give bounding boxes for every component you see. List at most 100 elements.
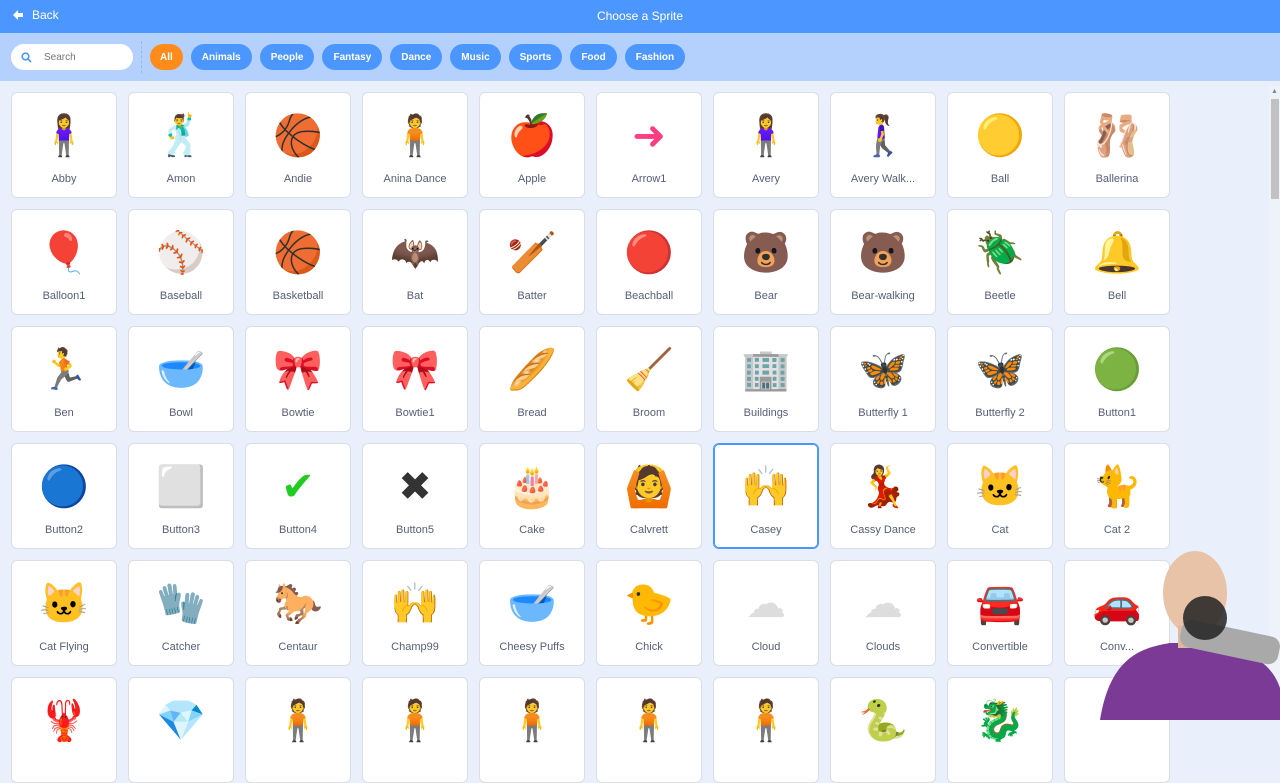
category-tab-sports[interactable]: Sports bbox=[508, 44, 563, 70]
sprite-name: Basketball bbox=[272, 290, 324, 302]
sprite-card[interactable]: 🙆 Calvrett bbox=[596, 443, 702, 549]
sprite-card[interactable]: 🔔 Bell bbox=[1064, 209, 1170, 315]
sprite-card[interactable]: 💎 bbox=[128, 677, 234, 783]
sprite-card[interactable]: 🐤 Chick bbox=[596, 560, 702, 666]
sprite-card[interactable]: 🥣 Cheesy Puffs bbox=[479, 560, 585, 666]
buildings-icon: 🏢 bbox=[741, 348, 791, 392]
sprite-card[interactable]: 🐎 Centaur bbox=[245, 560, 351, 666]
ball-icon: 🟡 bbox=[975, 114, 1025, 158]
sprite-card[interactable]: 🟢 Button1 bbox=[1064, 326, 1170, 432]
sprite-name: Beachball bbox=[624, 290, 674, 302]
modal-header: Back Choose a Sprite bbox=[0, 0, 1280, 33]
scrollbar-thumb[interactable] bbox=[1271, 99, 1279, 199]
search-box[interactable] bbox=[11, 44, 133, 70]
sprite-card[interactable]: 🎈 Balloon1 bbox=[11, 209, 117, 315]
category-tabs: All Animals People Fantasy Dance Music Sports F… bbox=[150, 44, 686, 70]
sprite-card[interactable]: 🐻 Bear bbox=[713, 209, 819, 315]
sprite-card[interactable]: 🪲 Beetle bbox=[947, 209, 1053, 315]
sprite-card[interactable]: ✖ Button5 bbox=[362, 443, 468, 549]
sprite-icon: 🧍 bbox=[624, 699, 674, 743]
sprite-card[interactable]: ⚾ Baseball bbox=[128, 209, 234, 315]
sprite-card[interactable]: ➜ Arrow1 bbox=[596, 92, 702, 198]
category-tab-fashion[interactable]: Fashion bbox=[624, 44, 686, 70]
bowtie-icon: 🎀 bbox=[273, 348, 323, 392]
sprite-card[interactable]: 🟡 Ball bbox=[947, 92, 1053, 198]
sprite-card[interactable]: 🎀 Bowtie1 bbox=[362, 326, 468, 432]
search-input[interactable] bbox=[44, 51, 124, 63]
avery-walk-icon: 🚶‍♀️ bbox=[858, 114, 908, 158]
sprite-card[interactable]: 🏀 Andie bbox=[245, 92, 351, 198]
sprite-card[interactable]: 🧍‍♀️ Avery bbox=[713, 92, 819, 198]
category-tab-people[interactable]: People bbox=[259, 44, 315, 70]
button1-icon: 🟢 bbox=[1092, 348, 1142, 392]
sprite-card[interactable]: 🧹 Broom bbox=[596, 326, 702, 432]
sprite-card[interactable]: 🐈 Cat 2 bbox=[1064, 443, 1170, 549]
sprite-card[interactable]: 🔴 Beachball bbox=[596, 209, 702, 315]
category-tab-food[interactable]: Food bbox=[570, 44, 617, 70]
sprite-card[interactable]: 🧍 bbox=[713, 677, 819, 783]
sprite-card[interactable]: 🐉 bbox=[947, 677, 1053, 783]
sprite-card[interactable]: 🥖 Bread bbox=[479, 326, 585, 432]
sprite-card[interactable]: 🧍‍♀️ Abby bbox=[11, 92, 117, 198]
beachball-icon: 🔴 bbox=[624, 231, 674, 275]
sprite-card[interactable]: 🩰 Ballerina bbox=[1064, 92, 1170, 198]
sprite-card[interactable]: 🧤 Catcher bbox=[128, 560, 234, 666]
sprite-name: Cloud bbox=[751, 641, 781, 653]
convertible-icon: 🚘 bbox=[975, 582, 1025, 626]
sprite-name: Bread bbox=[517, 407, 547, 419]
sprite-name: Convertible bbox=[972, 641, 1028, 653]
scroll-up-arrow-icon[interactable]: ▲ bbox=[1271, 88, 1278, 95]
sprite-card[interactable]: 🧍 bbox=[479, 677, 585, 783]
category-tab-dance[interactable]: Dance bbox=[390, 44, 443, 70]
sprite-card[interactable]: 🎂 Cake bbox=[479, 443, 585, 549]
sprite-card[interactable]: 🧍 bbox=[245, 677, 351, 783]
webcam-overlay-presenter bbox=[1100, 551, 1280, 720]
sprite-card[interactable]: 🧍 bbox=[362, 677, 468, 783]
sprite-card[interactable]: 🐱 Cat bbox=[947, 443, 1053, 549]
batter-icon: 🏏 bbox=[507, 231, 557, 275]
sprite-card[interactable]: 🐻 Bear-walking bbox=[830, 209, 936, 315]
sprite-card[interactable]: 🚘 Convertible bbox=[947, 560, 1053, 666]
butterfly-2-icon: 🦋 bbox=[975, 348, 1025, 392]
bear-walking-icon: 🐻 bbox=[858, 231, 908, 275]
champ99-icon: 🙌 bbox=[390, 582, 440, 626]
sprite-card[interactable]: 🏏 Batter bbox=[479, 209, 585, 315]
category-tab-music[interactable]: Music bbox=[450, 44, 501, 70]
sprite-card[interactable]: 🙌 Champ99 bbox=[362, 560, 468, 666]
category-tab-all[interactable]: All bbox=[150, 44, 183, 70]
sprite-card[interactable]: 🧍 bbox=[596, 677, 702, 783]
ballerina-icon: 🩰 bbox=[1092, 114, 1142, 158]
sprite-card[interactable]: 🏀 Basketball bbox=[245, 209, 351, 315]
sprite-card[interactable]: 🐍 bbox=[830, 677, 936, 783]
sprite-card[interactable]: 🎀 Bowtie bbox=[245, 326, 351, 432]
beetle-icon: 🪲 bbox=[975, 231, 1025, 275]
sprite-card[interactable]: 🦋 Butterfly 2 bbox=[947, 326, 1053, 432]
sprite-card[interactable]: 🏃 Ben bbox=[11, 326, 117, 432]
sprite-name: Bowtie bbox=[281, 407, 315, 419]
sprite-name: Cassy Dance bbox=[850, 524, 916, 536]
sprite-name: Cheesy Puffs bbox=[499, 641, 565, 653]
sprite-card[interactable]: 🏢 Buildings bbox=[713, 326, 819, 432]
sprite-card[interactable]: 🕺 Amon bbox=[128, 92, 234, 198]
cake-icon: 🎂 bbox=[507, 465, 557, 509]
sprite-card[interactable]: 💃 Cassy Dance bbox=[830, 443, 936, 549]
category-tab-fantasy[interactable]: Fantasy bbox=[322, 44, 383, 70]
sprite-card[interactable]: ☁ Clouds bbox=[830, 560, 936, 666]
sprite-name: Cat 2 bbox=[1103, 524, 1131, 536]
sprite-name: Button5 bbox=[396, 524, 434, 536]
sprite-card[interactable]: 🦞 bbox=[11, 677, 117, 783]
sprite-card[interactable]: 🦋 Butterfly 1 bbox=[830, 326, 936, 432]
sprite-card[interactable]: 🙌 Casey bbox=[713, 443, 819, 549]
sprite-card[interactable]: 🧍 Anina Dance bbox=[362, 92, 468, 198]
sprite-card[interactable]: ✔ Button4 bbox=[245, 443, 351, 549]
sprite-card[interactable]: 🥣 Bowl bbox=[128, 326, 234, 432]
sprite-card[interactable]: 🚶‍♀️ Avery Walk... bbox=[830, 92, 936, 198]
sprite-card[interactable]: 🍎 Apple bbox=[479, 92, 585, 198]
sprite-card[interactable]: 🔵 Button2 bbox=[11, 443, 117, 549]
sprite-card[interactable]: 🦇 Bat bbox=[362, 209, 468, 315]
balloon1-icon: 🎈 bbox=[39, 231, 89, 275]
category-tab-animals[interactable]: Animals bbox=[190, 44, 252, 70]
sprite-card[interactable]: 🐱 Cat Flying bbox=[11, 560, 117, 666]
sprite-card[interactable]: ☁ Cloud bbox=[713, 560, 819, 666]
sprite-card[interactable]: ⬜ Button3 bbox=[128, 443, 234, 549]
